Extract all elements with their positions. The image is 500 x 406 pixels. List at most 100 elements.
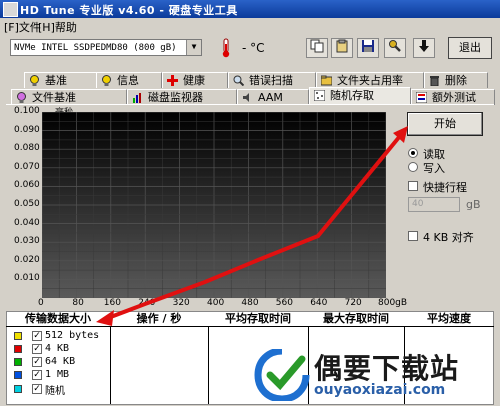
col-header-transfer-size: 传输数据大小 bbox=[25, 312, 91, 325]
clipboard-icon bbox=[336, 39, 348, 53]
x-tick-label: 640 bbox=[310, 298, 328, 308]
stroke-size-value: 40 bbox=[412, 199, 424, 209]
y-tick-label: 0.050 bbox=[14, 199, 40, 209]
bar-chart-icon bbox=[133, 93, 141, 103]
tab-label: 信息 bbox=[117, 74, 139, 87]
y-tick-label: 0.070 bbox=[14, 161, 40, 172]
y-tick-label: 0.030 bbox=[14, 236, 40, 247]
read-radio[interactable] bbox=[408, 148, 418, 158]
menu-help[interactable]: [H]帮助 bbox=[38, 19, 77, 35]
row-checkbox[interactable]: ✓ bbox=[32, 384, 42, 394]
tab-label: 随机存取 bbox=[330, 89, 374, 102]
row-label: 64 KB bbox=[45, 356, 76, 367]
health-cross-icon bbox=[167, 75, 178, 86]
y-tick-label: 0.090 bbox=[14, 124, 40, 135]
drive-select[interactable]: NVMe INTEL SSDPEDMD80 (800 gB) ▼ bbox=[10, 39, 202, 56]
download-button[interactable] bbox=[413, 38, 435, 58]
tab-disk-monitor[interactable]: 磁盘监视器 bbox=[127, 89, 237, 105]
table-column-divider bbox=[208, 326, 209, 404]
col-header-max-access: 最大存取时间 bbox=[323, 312, 389, 325]
floppy-save-icon bbox=[362, 40, 374, 52]
tab-error-scan[interactable]: 错误扫描 bbox=[228, 72, 316, 88]
tests-icon bbox=[416, 92, 427, 103]
y-tick-label: 0.020 bbox=[14, 254, 40, 265]
align-4kb-label: 4 KB 对齐 bbox=[423, 231, 474, 244]
legend-color-swatch bbox=[14, 358, 22, 366]
start-button[interactable]: 开始 bbox=[407, 112, 483, 136]
tab-label: 磁盘监视器 bbox=[148, 91, 203, 104]
menu-bar: [F]文件 [H]帮助 bbox=[0, 18, 500, 34]
y-tick-label: 0.010 bbox=[14, 273, 40, 284]
magnifier-icon bbox=[233, 75, 244, 86]
write-label: 写入 bbox=[423, 162, 445, 175]
tab-file-benchmark[interactable]: 文件基准 bbox=[11, 89, 127, 105]
write-radio[interactable] bbox=[408, 162, 418, 172]
tab-label: 文件基准 bbox=[32, 91, 76, 104]
align-4kb-checkbox[interactable] bbox=[408, 231, 418, 241]
tab-label: 文件夹占用率 bbox=[337, 74, 403, 87]
tab-label: 基准 bbox=[45, 74, 67, 87]
trash-icon bbox=[430, 76, 439, 86]
tab-erase[interactable]: 删除 bbox=[424, 72, 488, 88]
tab-folder-usage[interactable]: 文件夹占用率 bbox=[316, 72, 424, 88]
row-label: 随机 bbox=[45, 386, 65, 397]
options-button[interactable] bbox=[384, 38, 406, 58]
copy-icon bbox=[310, 39, 324, 53]
y-tick-label: 0.080 bbox=[14, 143, 40, 154]
title-bar: HD Tune 专业版 v4.60 - 硬盘专业工具 bbox=[0, 0, 500, 18]
legend-color-swatch bbox=[14, 345, 22, 353]
quick-stroke-checkbox[interactable] bbox=[408, 181, 418, 191]
x-tick-label: 240 bbox=[138, 298, 156, 308]
legend-color-swatch bbox=[14, 371, 22, 379]
tab-aam[interactable]: AAM bbox=[237, 89, 309, 105]
quick-stroke-label: 快捷行程 bbox=[423, 181, 467, 194]
row-label: 1 MB bbox=[45, 369, 70, 380]
tab-benchmark[interactable]: 基准 bbox=[24, 72, 102, 88]
row-label: 4 KB bbox=[45, 343, 70, 354]
y-tick-label: 0.060 bbox=[14, 180, 40, 191]
thermometer-icon bbox=[222, 38, 230, 58]
folder-icon bbox=[321, 75, 332, 86]
save-button[interactable] bbox=[357, 38, 379, 58]
row-checkbox[interactable]: ✓ bbox=[32, 331, 42, 341]
tab-label: AAM bbox=[258, 91, 283, 104]
wrench-icon bbox=[389, 40, 401, 52]
tab-info[interactable]: 信息 bbox=[96, 72, 162, 88]
row-checkbox[interactable]: ✓ bbox=[32, 357, 42, 367]
y-tick-label: 0.040 bbox=[14, 217, 40, 228]
bulb-icon bbox=[17, 92, 26, 103]
stroke-unit-label: gB bbox=[466, 198, 481, 211]
tab-random-access[interactable]: 随机存取 bbox=[309, 87, 411, 105]
x-tick-label: 400 bbox=[207, 298, 225, 308]
col-header-avg-speed: 平均速度 bbox=[427, 312, 471, 325]
col-header-avg-access: 平均存取时间 bbox=[225, 312, 291, 325]
table-column-divider bbox=[110, 326, 111, 404]
chevron-down-icon[interactable]: ▼ bbox=[186, 40, 201, 55]
legend-color-swatch bbox=[14, 385, 22, 393]
tab-label: 健康 bbox=[183, 74, 205, 87]
x-tick-label: 320 bbox=[172, 298, 190, 308]
copy-screen-button[interactable] bbox=[331, 38, 353, 58]
tab-label: 错误扫描 bbox=[249, 74, 293, 87]
random-access-icon bbox=[314, 90, 325, 101]
arrow-down-icon bbox=[419, 40, 429, 52]
exit-button[interactable]: 退出 bbox=[448, 37, 492, 59]
y-tick-label: 0.100 bbox=[14, 106, 40, 116]
x-tick-label: 160 bbox=[103, 298, 121, 308]
x-tick-label: 0 bbox=[38, 298, 44, 308]
watermark-url: ouyaoxiazai.com bbox=[314, 382, 446, 398]
watermark-text: 偶要下载站 bbox=[314, 352, 460, 385]
x-tick-label: 480 bbox=[241, 298, 259, 308]
tab-health[interactable]: 健康 bbox=[162, 72, 228, 88]
menu-file[interactable]: [F]文件 bbox=[4, 19, 41, 35]
window-title: HD Tune 专业版 v4.60 - 硬盘专业工具 bbox=[20, 4, 238, 17]
row-checkbox[interactable]: ✓ bbox=[32, 370, 42, 380]
drive-select-value: NVMe INTEL SSDPEDMD80 (800 gB) bbox=[14, 43, 177, 53]
row-label: 512 bytes bbox=[45, 330, 100, 341]
copy-text-button[interactable] bbox=[306, 38, 328, 58]
row-checkbox[interactable]: ✓ bbox=[32, 344, 42, 354]
tab-extra-tests[interactable]: 额外测试 bbox=[411, 89, 495, 105]
watermark: 偶要下载站 ouyaoxiazai.com bbox=[248, 347, 498, 403]
temperature-readout: - °C bbox=[242, 41, 265, 55]
stroke-size-spinner[interactable]: 40 bbox=[408, 197, 460, 212]
